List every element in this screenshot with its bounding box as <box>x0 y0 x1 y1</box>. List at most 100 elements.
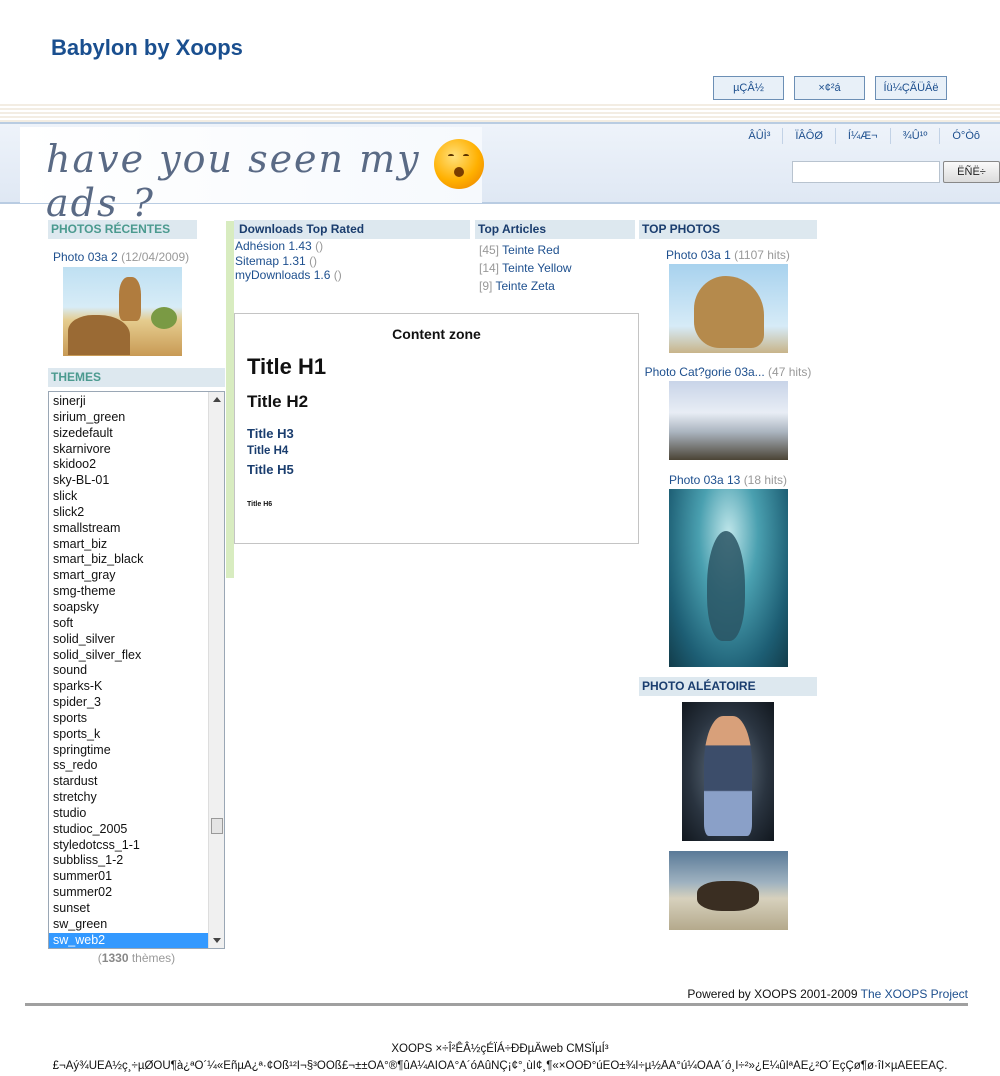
recent-photo-link[interactable]: Photo 03a 2 <box>53 250 118 264</box>
downloads-heading: Downloads Top Rated <box>234 220 470 239</box>
theme-count-number: 1330 <box>101 951 129 965</box>
theme-option[interactable]: smart_biz_black <box>49 552 208 568</box>
theme-option[interactable]: sinerji <box>49 394 208 410</box>
theme-option[interactable]: spider_3 <box>49 695 208 711</box>
list-item: [9] Teinte Zeta <box>479 279 555 293</box>
top-photo-link[interactable]: Photo 03a 13 <box>669 473 740 487</box>
theme-option[interactable]: studioc_2005 <box>49 822 208 838</box>
powered-by: Powered by XOOPS 2001-2009 The XOOPS Pro… <box>687 987 968 1001</box>
theme-option[interactable]: smart_gray <box>49 568 208 584</box>
theme-option[interactable]: skidoo2 <box>49 457 208 473</box>
theme-option[interactable]: springtime <box>49 743 208 759</box>
recent-photos-heading: PHOTOS RÉCENTES <box>48 220 197 239</box>
heading-h2: Title H2 <box>247 392 309 411</box>
theme-option[interactable]: stardust <box>49 774 208 790</box>
theme-option[interactable]: smallstream <box>49 521 208 537</box>
random-photo-thumbnail[interactable] <box>682 702 774 841</box>
download-link[interactable]: Adhésion 1.43 <box>235 239 312 253</box>
downloads-list: Adhésion 1.43 () Sitemap 1.31 () myDownl… <box>234 239 470 283</box>
theme-option[interactable]: sw_green <box>49 917 208 933</box>
theme-option[interactable]: skarnivore <box>49 442 208 458</box>
theme-option[interactable]: solid_silver_flex <box>49 648 208 664</box>
theme-option[interactable]: sizedefault <box>49 426 208 442</box>
theme-option[interactable]: summer01 <box>49 869 208 885</box>
article-link[interactable]: Teinte Yellow <box>502 261 571 275</box>
top-articles-heading: Top Articles <box>475 220 635 239</box>
theme-option[interactable]: sky-BL-01 <box>49 473 208 489</box>
heading-h5: Title H5 <box>247 462 294 477</box>
content-zone: Content zone Title H1 Title H2 Title H3 … <box>234 313 639 544</box>
theme-option[interactable]: sunset <box>49 901 208 917</box>
left-column: PHOTOS RÉCENTES Photo 03a 2 (12/04/2009)… <box>48 220 225 965</box>
recent-photo-caption: Photo 03a 2 (12/04/2009) <box>53 250 225 264</box>
scroll-up-icon[interactable] <box>213 397 221 402</box>
theme-option[interactable]: slick <box>49 489 208 505</box>
footer-text-line-2: £¬Äý¾ÛÊÀ½ç¸÷µØÖÚ¶à¿ªÔ´¼«ÉñµÄ¿ª·¢Õß¹²Í¬§³… <box>52 1060 948 1072</box>
right-column: TOP PHOTOS Photo 03a 1 (1107 hits) Photo… <box>639 220 817 930</box>
list-item: Sitemap 1.31 () <box>235 253 318 268</box>
theme-list-scrollbar[interactable] <box>208 392 224 948</box>
smiley-icon <box>434 139 484 189</box>
nav-item-groupbuy[interactable]: ¾Û¹º <box>889 128 940 144</box>
register-button[interactable]: ×¢²á <box>794 76 865 100</box>
theme-option[interactable]: smg-theme <box>49 584 208 600</box>
ad-banner[interactable]: have you seen my ads ? <box>20 127 484 225</box>
theme-option[interactable]: subbliss_1-2 <box>49 853 208 869</box>
theme-option[interactable]: sports_k <box>49 727 208 743</box>
site-title[interactable]: Babylon by Xoops <box>51 35 243 61</box>
theme-select-list[interactable]: sinerji sirium_green sizedefault skarnivore… <box>48 391 225 949</box>
main-nav: ÂÛÌ³ ÏÂÔØ Í¼Æ¬ ¾Û¹º Ó°Òô <box>736 128 992 144</box>
heading-h4: Title H4 <box>247 445 289 457</box>
top-photo-link[interactable]: Photo 03a 1 <box>666 248 731 262</box>
theme-option[interactable]: styledotcss_1-1 <box>49 838 208 854</box>
top-photo-thumbnail[interactable] <box>668 381 788 460</box>
search-input[interactable] <box>792 161 940 183</box>
nav-item-pictures[interactable]: Í¼Æ¬ <box>834 128 890 144</box>
center-accent-bar <box>226 221 234 578</box>
header-stripe <box>0 104 1000 122</box>
theme-option[interactable]: soapsky <box>49 600 208 616</box>
theme-option[interactable]: smart_biz <box>49 537 208 553</box>
theme-option[interactable]: sirium_green <box>49 410 208 426</box>
xoops-project-link[interactable]: The XOOPS Project <box>861 987 968 1001</box>
article-link[interactable]: Teinte Zeta <box>495 279 554 293</box>
login-button[interactable]: µÇÂ½ <box>713 76 784 100</box>
nav-item-downloads[interactable]: ÏÂÔØ <box>782 128 835 144</box>
theme-option[interactable]: sports <box>49 711 208 727</box>
theme-option[interactable]: sparks-K <box>49 679 208 695</box>
theme-option[interactable]: stretchy <box>49 790 208 806</box>
top-photo-caption: Photo 03a 1 (1107 hits) <box>666 248 790 262</box>
theme-option[interactable]: studio <box>49 806 208 822</box>
nav-item-media[interactable]: Ó°Òô <box>939 128 992 144</box>
theme-option[interactable]: solid_silver <box>49 632 208 648</box>
theme-option[interactable]: ss_redo <box>49 758 208 774</box>
article-link[interactable]: Teinte Red <box>502 243 559 257</box>
search-button[interactable]: ËÑË÷ <box>943 161 1000 183</box>
theme-count: (1330 thèmes) <box>97 951 176 965</box>
theme-option[interactable]: summer02 <box>49 885 208 901</box>
articles-list: [45] Teinte Red [14] Teinte Yellow [9] T… <box>475 241 635 295</box>
footer-text-line-1: XOOPS ×÷Î²ÊÂ½çÉÏÁ÷ÐÐµÄweb CMSÏµÍ³ <box>391 1043 609 1055</box>
theme-option[interactable]: sw_web2 <box>49 932 208 948</box>
list-item: [14] Teinte Yellow <box>479 261 572 275</box>
download-link[interactable]: Sitemap 1.31 <box>235 254 306 268</box>
lost-password-button[interactable]: Íü¼ÇÃÜÂë <box>875 76 947 100</box>
theme-option[interactable]: sound <box>49 663 208 679</box>
nav-item-forum[interactable]: ÂÛÌ³ <box>736 128 782 144</box>
banner-slogan: have you seen my ads ? <box>46 137 421 225</box>
top-articles-block: Top Articles [45] Teinte Red [14] Teinte… <box>475 220 635 295</box>
top-photo-thumbnail[interactable] <box>668 489 788 667</box>
top-photo-thumbnail[interactable] <box>668 264 788 353</box>
scroll-thumb[interactable] <box>211 818 223 834</box>
scroll-down-icon[interactable] <box>213 938 221 943</box>
download-link[interactable]: myDownloads 1.6 <box>235 268 330 282</box>
heading-h1: Title H1 <box>247 354 327 379</box>
theme-option[interactable]: soft <box>49 616 208 632</box>
theme-option[interactable]: slick2 <box>49 505 208 521</box>
random-photo-thumbnail[interactable] <box>668 851 788 930</box>
top-photo-link[interactable]: Photo Cat?gorie 03a... <box>645 365 765 379</box>
footer-divider <box>25 1003 968 1006</box>
list-item: myDownloads 1.6 () <box>235 268 342 282</box>
top-photos-heading: TOP PHOTOS <box>639 220 817 239</box>
recent-photo-thumbnail[interactable] <box>63 267 182 356</box>
